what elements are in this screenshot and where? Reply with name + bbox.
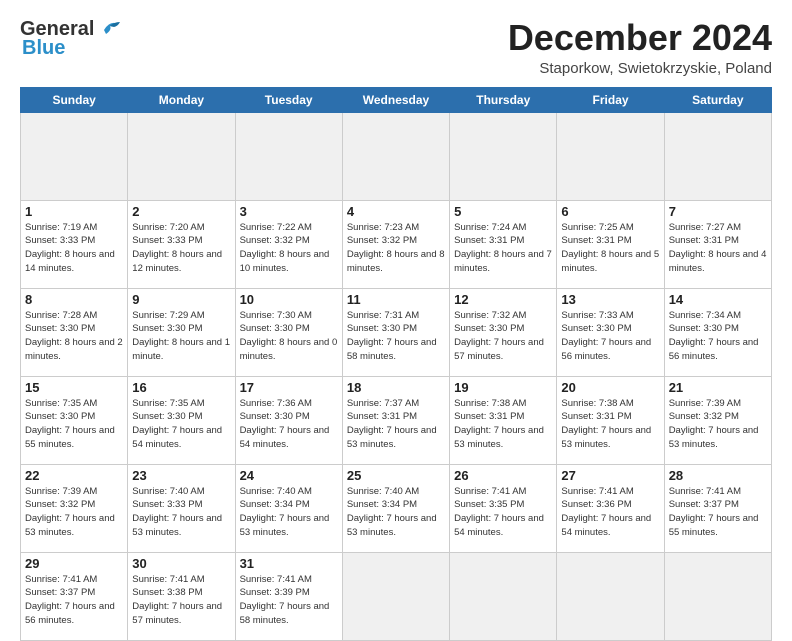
table-cell-24: 24 Sunrise: 7:40 AMSunset: 3:34 PMDaylig… xyxy=(235,464,342,552)
table-cell-3: 3 Sunrise: 7:22 AMSunset: 3:32 PMDayligh… xyxy=(235,200,342,288)
table-cell-10: 10 Sunrise: 7:30 AMSunset: 3:30 PMDaylig… xyxy=(235,288,342,376)
table-cell-11: 11 Sunrise: 7:31 AMSunset: 3:30 PMDaylig… xyxy=(342,288,449,376)
table-row xyxy=(21,112,772,200)
table-cell-13: 13 Sunrise: 7:33 AMSunset: 3:30 PMDaylig… xyxy=(557,288,664,376)
table-cell-2: 2 Sunrise: 7:20 AMSunset: 3:33 PMDayligh… xyxy=(128,200,235,288)
table-row: 29 Sunrise: 7:41 AMSunset: 3:37 PMDaylig… xyxy=(21,552,772,640)
table-cell-18: 18 Sunrise: 7:37 AMSunset: 3:31 PMDaylig… xyxy=(342,376,449,464)
main-title: December 2024 xyxy=(508,18,772,58)
logo: General Blue xyxy=(20,18,122,60)
table-cell-7: 7 Sunrise: 7:27 AMSunset: 3:31 PMDayligh… xyxy=(664,200,771,288)
table-cell-20: 20 Sunrise: 7:38 AMSunset: 3:31 PMDaylig… xyxy=(557,376,664,464)
table-cell-empty xyxy=(557,552,664,640)
table-cell-17: 17 Sunrise: 7:36 AMSunset: 3:30 PMDaylig… xyxy=(235,376,342,464)
table-cell-empty xyxy=(450,112,557,200)
calendar-table: Sunday Monday Tuesday Wednesday Thursday… xyxy=(20,87,772,641)
table-cell-23: 23 Sunrise: 7:40 AMSunset: 3:33 PMDaylig… xyxy=(128,464,235,552)
table-cell-25: 25 Sunrise: 7:40 AMSunset: 3:34 PMDaylig… xyxy=(342,464,449,552)
table-cell-1: 1 Sunrise: 7:19 AMSunset: 3:33 PMDayligh… xyxy=(21,200,128,288)
table-row: 15 Sunrise: 7:35 AMSunset: 3:30 PMDaylig… xyxy=(21,376,772,464)
table-cell-12: 12 Sunrise: 7:32 AMSunset: 3:30 PMDaylig… xyxy=(450,288,557,376)
table-cell-14: 14 Sunrise: 7:34 AMSunset: 3:30 PMDaylig… xyxy=(664,288,771,376)
table-cell-29: 29 Sunrise: 7:41 AMSunset: 3:37 PMDaylig… xyxy=(21,552,128,640)
col-saturday: Saturday xyxy=(664,87,771,112)
table-cell-empty xyxy=(342,552,449,640)
col-friday: Friday xyxy=(557,87,664,112)
table-cell-empty xyxy=(128,112,235,200)
page: General Blue December 2024 Staporkow, Sw… xyxy=(0,0,792,612)
table-cell-5: 5 Sunrise: 7:24 AMSunset: 3:31 PMDayligh… xyxy=(450,200,557,288)
table-cell-16: 16 Sunrise: 7:35 AMSunset: 3:30 PMDaylig… xyxy=(128,376,235,464)
table-cell-4: 4 Sunrise: 7:23 AMSunset: 3:32 PMDayligh… xyxy=(342,200,449,288)
header: General Blue December 2024 Staporkow, Sw… xyxy=(20,18,772,77)
table-cell-empty xyxy=(557,112,664,200)
col-wednesday: Wednesday xyxy=(342,87,449,112)
table-cell-28: 28 Sunrise: 7:41 AMSunset: 3:37 PMDaylig… xyxy=(664,464,771,552)
table-cell-31: 31 Sunrise: 7:41 AMSunset: 3:39 PMDaylig… xyxy=(235,552,342,640)
table-cell-empty xyxy=(450,552,557,640)
col-sunday: Sunday xyxy=(21,87,128,112)
logo-blue-text: Blue xyxy=(22,37,65,60)
table-cell-22: 22 Sunrise: 7:39 AMSunset: 3:32 PMDaylig… xyxy=(21,464,128,552)
col-tuesday: Tuesday xyxy=(235,87,342,112)
col-monday: Monday xyxy=(128,87,235,112)
table-row: 22 Sunrise: 7:39 AMSunset: 3:32 PMDaylig… xyxy=(21,464,772,552)
title-block: December 2024 Staporkow, Swietokrzyskie,… xyxy=(508,18,772,77)
table-cell-15: 15 Sunrise: 7:35 AMSunset: 3:30 PMDaylig… xyxy=(21,376,128,464)
table-cell-9: 9 Sunrise: 7:29 AMSunset: 3:30 PMDayligh… xyxy=(128,288,235,376)
subtitle: Staporkow, Swietokrzyskie, Poland xyxy=(508,60,772,77)
table-cell-empty xyxy=(235,112,342,200)
table-cell-26: 26 Sunrise: 7:41 AMSunset: 3:35 PMDaylig… xyxy=(450,464,557,552)
table-cell-empty xyxy=(21,112,128,200)
table-row: 1 Sunrise: 7:19 AMSunset: 3:33 PMDayligh… xyxy=(21,200,772,288)
col-thursday: Thursday xyxy=(450,87,557,112)
table-cell-8: 8 Sunrise: 7:28 AMSunset: 3:30 PMDayligh… xyxy=(21,288,128,376)
calendar-header-row: Sunday Monday Tuesday Wednesday Thursday… xyxy=(21,87,772,112)
table-cell-empty xyxy=(664,112,771,200)
table-cell-21: 21 Sunrise: 7:39 AMSunset: 3:32 PMDaylig… xyxy=(664,376,771,464)
table-cell-19: 19 Sunrise: 7:38 AMSunset: 3:31 PMDaylig… xyxy=(450,376,557,464)
table-row: 8 Sunrise: 7:28 AMSunset: 3:30 PMDayligh… xyxy=(21,288,772,376)
logo-bird-icon xyxy=(96,18,122,38)
table-cell-27: 27 Sunrise: 7:41 AMSunset: 3:36 PMDaylig… xyxy=(557,464,664,552)
table-cell-empty xyxy=(664,552,771,640)
table-cell-30: 30 Sunrise: 7:41 AMSunset: 3:38 PMDaylig… xyxy=(128,552,235,640)
table-cell-6: 6 Sunrise: 7:25 AMSunset: 3:31 PMDayligh… xyxy=(557,200,664,288)
table-cell-empty xyxy=(342,112,449,200)
